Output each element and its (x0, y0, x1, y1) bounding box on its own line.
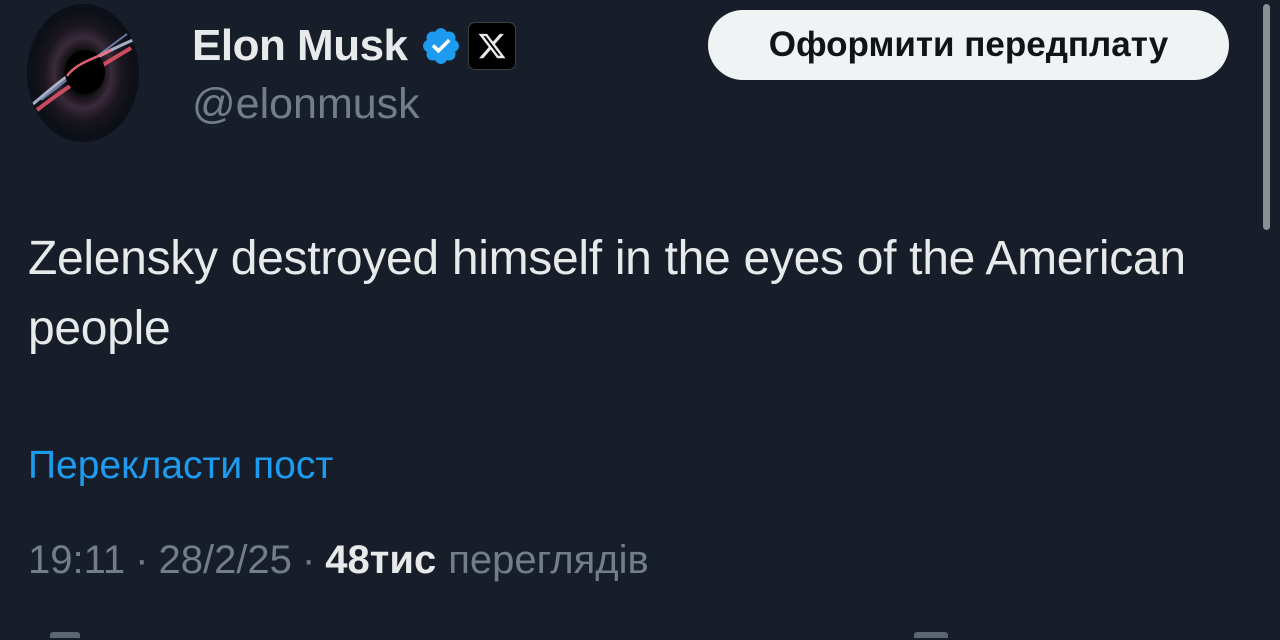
bookmark-icon[interactable] (914, 632, 948, 638)
views-count[interactable]: 48тис (325, 538, 436, 583)
reply-icon[interactable] (50, 632, 80, 638)
translate-post-link[interactable]: Перекласти пост (28, 444, 333, 488)
avatar[interactable] (27, 4, 139, 142)
verified-badge-icon[interactable] (420, 25, 462, 67)
meta-separator: · (135, 538, 149, 582)
black-hole-avatar-icon (27, 4, 139, 142)
tweet-date[interactable]: 28/2/25 (158, 538, 291, 583)
views-label: переглядів (448, 538, 649, 582)
tweet-time[interactable]: 19:11 (28, 538, 125, 583)
x-logo-icon[interactable] (467, 22, 516, 70)
scrollbar[interactable] (1263, 4, 1270, 230)
subscribe-button[interactable]: Оформити передплату (708, 10, 1229, 80)
tweet-view: Elon Musk @elonmusk Оформити передплату … (0, 0, 1280, 640)
author-name-row: Elon Musk (192, 18, 516, 74)
meta-separator: · (301, 538, 316, 582)
tweet-text: Zelensky destroyed himself in the eyes o… (28, 232, 1186, 355)
author-handle[interactable]: @elonmusk (192, 80, 420, 129)
action-bar-cutoff (0, 630, 1280, 640)
author-display-name[interactable]: Elon Musk (192, 21, 408, 71)
tweet-meta: 19:11 · 28/2/25 · 48тис переглядів (28, 538, 649, 583)
